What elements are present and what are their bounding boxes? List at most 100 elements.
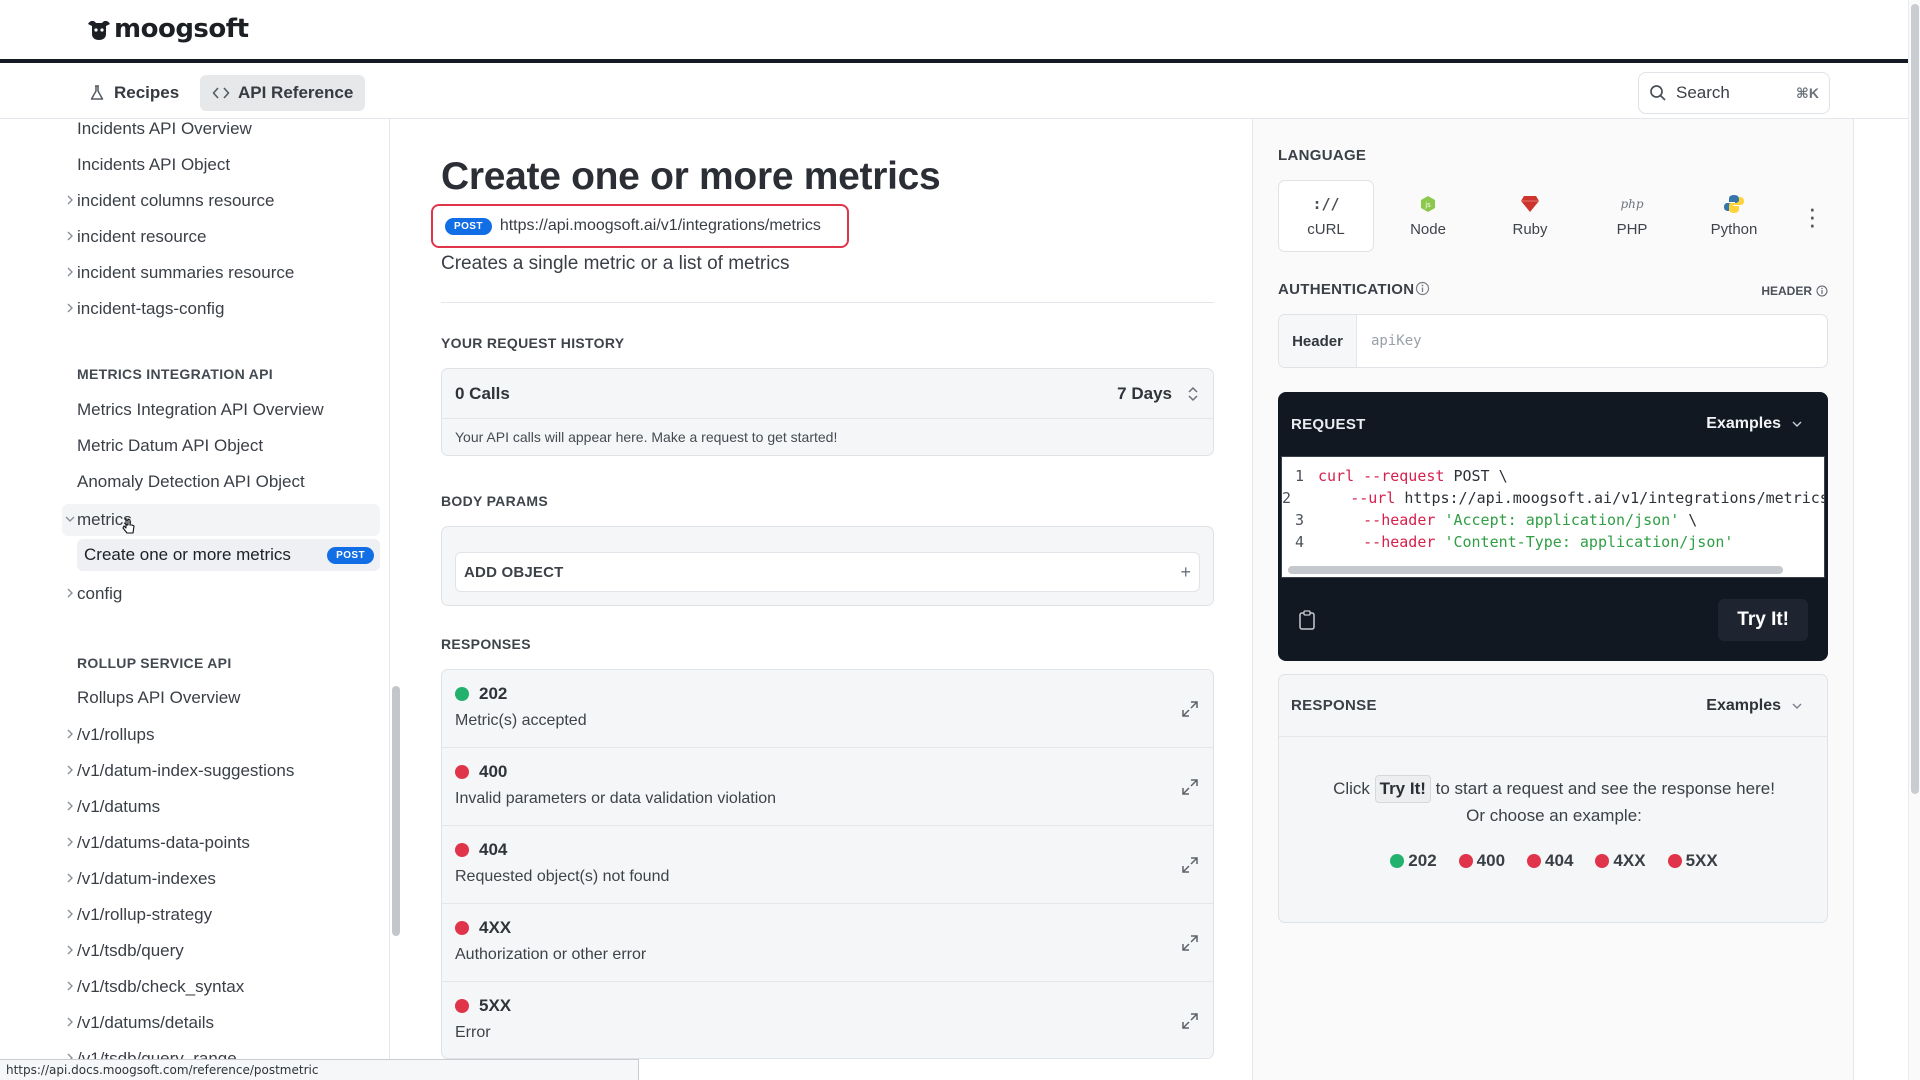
- sidebar-scrollbar[interactable]: [392, 686, 400, 936]
- status-dot: [455, 843, 469, 857]
- top-header: moogsoft: [0, 0, 1908, 63]
- expand-icon[interactable]: [1181, 700, 1199, 718]
- code-horizontal-scrollbar[interactable]: [1288, 566, 1783, 574]
- add-object-button[interactable]: ADD OBJECT +: [455, 552, 1200, 592]
- sidebar-item[interactable]: incident-tags-config: [62, 293, 380, 325]
- brand-logo[interactable]: moogsoft: [84, 12, 249, 46]
- sidebar-item[interactable]: incident resource: [62, 221, 380, 253]
- sidebar-item-label: /v1/datum-index-suggestions: [77, 761, 295, 780]
- response-example-404[interactable]: 404: [1527, 851, 1573, 871]
- tab-api-reference[interactable]: API Reference: [200, 75, 366, 111]
- sidebar-item-label: /v1/tsdb/query: [77, 941, 184, 960]
- language-option-curl[interactable]: :// cURL: [1278, 180, 1374, 252]
- search-button[interactable]: Search ⌘K: [1638, 72, 1830, 114]
- sidebar-item[interactable]: Incidents API Overview: [62, 119, 380, 145]
- try-it-button[interactable]: Try It!: [1718, 598, 1808, 641]
- sidebar-item[interactable]: /v1/datums/details: [62, 1007, 380, 1039]
- chevron-up-down-icon[interactable]: [1186, 384, 1200, 404]
- request-footer: Try It!: [1278, 578, 1828, 661]
- sidebar-item[interactable]: /v1/datums-data-points: [62, 827, 380, 859]
- sidebar-item-label: incident resource: [77, 227, 207, 246]
- response-code-text: 404: [479, 840, 508, 859]
- copy-code-button[interactable]: [1298, 609, 1718, 630]
- language-option-ruby[interactable]: Ruby: [1482, 180, 1578, 252]
- code-token: --header: [1363, 533, 1436, 551]
- response-row[interactable]: 202 Metric(s) accepted: [442, 670, 1213, 748]
- sidebar-item[interactable]: Metrics Integration API Overview: [62, 394, 380, 426]
- sidebar-item-rollups-overview[interactable]: Rollups API Overview: [62, 682, 380, 714]
- inline-try-it-button[interactable]: Try It!: [1374, 775, 1431, 803]
- expand-icon[interactable]: [1181, 934, 1199, 952]
- history-range-select[interactable]: 7 Days: [1117, 384, 1172, 404]
- page-scrollbar-thumb[interactable]: [1911, 4, 1919, 794]
- response-row[interactable]: 404 Requested object(s) not found: [442, 826, 1213, 904]
- code-line: 4 --header 'Content-Type: application/js…: [1282, 531, 1824, 553]
- code-block[interactable]: 1 curl --request POST \ 2 --url https://ap…: [1281, 456, 1825, 578]
- sidebar-item[interactable]: incident summaries resource: [62, 257, 380, 289]
- response-example-202[interactable]: 202: [1390, 851, 1437, 871]
- sidebar-item[interactable]: /v1/rollups: [62, 719, 380, 751]
- sidebar-item[interactable]: incident columns resource: [62, 185, 380, 217]
- chevron-right-icon: [67, 231, 73, 241]
- status-dot: [1458, 854, 1473, 868]
- sidebar-item[interactable]: /v1/datums: [62, 791, 380, 823]
- response-example-5XX[interactable]: 5XX: [1667, 851, 1718, 871]
- response-placeholder-message: Click Try It! to start a request and see…: [1279, 775, 1829, 829]
- response-examples-dropdown[interactable]: Examples: [1706, 697, 1803, 715]
- sidebar-item[interactable]: /v1/tsdb/query: [62, 935, 380, 967]
- chevron-right-icon: [67, 981, 73, 991]
- auth-type-tag[interactable]: HEADER: [1761, 284, 1828, 298]
- request-examples-dropdown[interactable]: Examples: [1706, 415, 1803, 433]
- sidebar-item-create-metrics[interactable]: Create one or more metrics POST: [77, 539, 380, 571]
- sidebar-item[interactable]: /v1/tsdb/check_syntax: [62, 971, 380, 1003]
- response-code: 5XX: [455, 996, 1200, 1016]
- history-empty-message: Your API calls will appear here. Make a …: [455, 429, 838, 445]
- info-icon[interactable]: [1415, 281, 1430, 296]
- response-example-code: 5XX: [1685, 851, 1718, 870]
- more-options-icon[interactable]: · · ·: [1808, 195, 1817, 237]
- response-example-400[interactable]: 400: [1458, 851, 1505, 871]
- expand-icon[interactable]: [1181, 856, 1199, 874]
- sidebar-item[interactable]: Incidents API Object: [62, 149, 380, 181]
- sidebar-item[interactable]: /v1/rollup-strategy: [62, 899, 380, 931]
- response-row[interactable]: 400 Invalid parameters or data validation…: [442, 748, 1213, 826]
- response-description: Authorization or other error: [455, 946, 647, 963]
- response-example-codes: 202 400 404 4XX 5XX: [1279, 851, 1829, 871]
- node-icon: js: [1419, 195, 1437, 213]
- response-code: 404: [455, 840, 1200, 860]
- chevron-right-icon: [67, 729, 73, 739]
- sidebar-item-config[interactable]: config: [62, 578, 380, 610]
- request-history-heading: YOUR REQUEST HISTORY: [441, 335, 625, 351]
- response-row[interactable]: 5XX Error: [442, 982, 1213, 1058]
- sidebar-item[interactable]: /v1/datum-index-suggestions: [62, 755, 380, 787]
- response-example-code: 4XX: [1613, 851, 1646, 870]
- search-icon: [1650, 85, 1666, 101]
- response-example-4XX[interactable]: 4XX: [1595, 851, 1646, 871]
- code-token: \: [1679, 511, 1698, 529]
- sidebar-group-metrics[interactable]: metrics: [62, 504, 380, 536]
- responses-card: 202 Metric(s) accepted 400 Invalid paramete…: [441, 669, 1214, 1059]
- plus-icon: +: [1180, 561, 1191, 582]
- page-scrollbar[interactable]: [1908, 0, 1920, 1080]
- status-dot: [1390, 854, 1405, 868]
- language-option-python[interactable]: Python: [1686, 180, 1782, 252]
- code-token: --request: [1363, 467, 1445, 485]
- expand-icon[interactable]: [1181, 778, 1199, 796]
- sidebar-item[interactable]: Metric Datum API Object: [62, 430, 380, 462]
- sidebar-item[interactable]: Anomaly Detection API Object: [62, 466, 380, 498]
- expand-icon[interactable]: [1181, 1012, 1199, 1030]
- sidebar-item-label: /v1/datums: [77, 797, 161, 816]
- svg-text:js: js: [1424, 201, 1431, 209]
- status-dot: [1667, 854, 1682, 868]
- language-option-node[interactable]: js Node: [1380, 180, 1476, 252]
- response-row[interactable]: 4XX Authorization or other error: [442, 904, 1213, 982]
- api-key-input[interactable]: apiKey: [1357, 315, 1422, 367]
- language-option-php[interactable]: php PHP: [1584, 180, 1680, 252]
- auth-header-field: Header apiKey: [1278, 314, 1828, 368]
- response-panel: RESPONSE Examples Click Try It! to start…: [1278, 674, 1828, 923]
- sidebar-item-label: incident columns resource: [77, 191, 275, 210]
- sidebar-item[interactable]: /v1/datum-indexes: [62, 863, 380, 895]
- tab-recipes[interactable]: Recipes: [76, 75, 191, 111]
- sidebar-item-label: /v1/tsdb/check_syntax: [77, 977, 245, 996]
